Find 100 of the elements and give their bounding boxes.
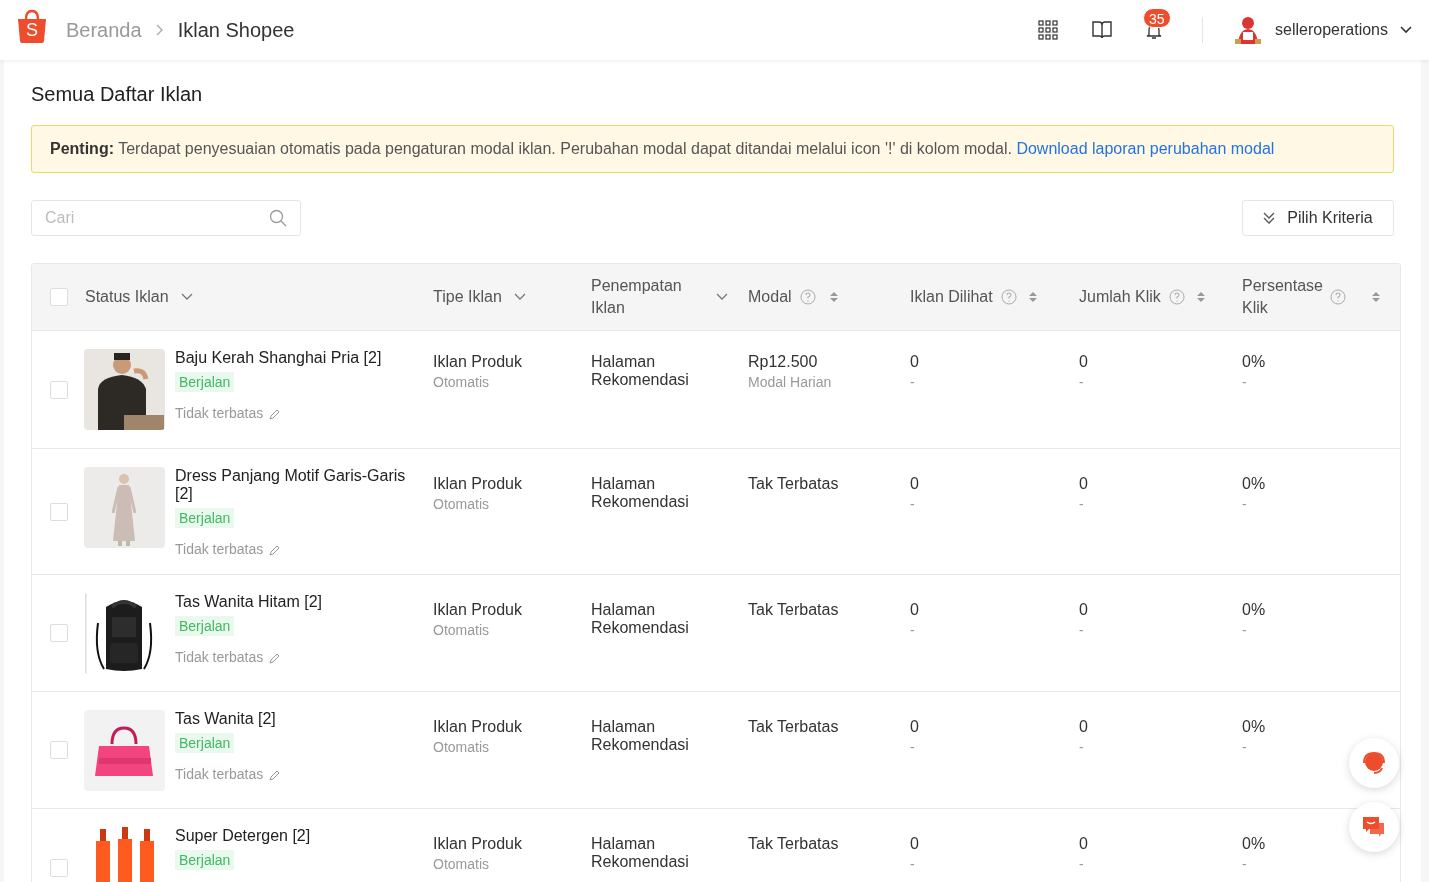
avatar-icon[interactable] [1233, 14, 1264, 46]
ctr-value: 0% [1242, 601, 1266, 619]
column-header[interactable]: Tipe Iklan [433, 286, 502, 308]
budget-text: Tidak terbatas [175, 540, 264, 559]
ad-type: Iklan Produk [433, 353, 522, 371]
ctr-value: 0% [1242, 718, 1266, 736]
ad-type-note: Otomatis [433, 496, 489, 513]
download-link[interactable]: Download laporan perubahan modal [1016, 140, 1275, 157]
product-name[interactable]: Dress Panjang Motif Garis-Garis [2] [175, 467, 425, 503]
ctr-value: 0% [1242, 835, 1266, 853]
status-tag: Berjalan [175, 616, 235, 636]
views-value: 0 [910, 718, 919, 736]
column-header[interactable]: Jumlah Klik [1079, 286, 1161, 308]
double-chevron-icon [1263, 212, 1276, 224]
views-value-note: - [910, 856, 915, 873]
headset-icon [1361, 750, 1387, 776]
ctr-value: 0% [1242, 353, 1266, 371]
placement-text: Halaman Rekomendasi [591, 718, 690, 754]
ad-type: Iklan Produk [433, 835, 522, 853]
ctr-value-note: - [1242, 496, 1247, 513]
clicks-value: 0 [1079, 601, 1088, 619]
column-header[interactable]: Iklan Dilihat [910, 286, 993, 308]
filter-button[interactable]: Pilih Kriteria [1242, 200, 1394, 236]
clicks-value-note: - [1079, 739, 1084, 756]
budget-text: Tidak terbatas [175, 404, 264, 423]
checkbox[interactable] [50, 502, 68, 521]
budget-value: Tak Terbatas [748, 601, 839, 619]
views-value: 0 [910, 835, 919, 853]
clicks-value: 0 [1079, 475, 1088, 493]
budget-value: Tak Terbatas [748, 475, 839, 493]
views-value: 0 [910, 353, 919, 371]
status-tag: Berjalan [175, 733, 235, 753]
breadcrumb-current: Iklan Shopee [177, 18, 295, 43]
book-icon[interactable] [1092, 21, 1113, 39]
ad-type: Iklan Produk [433, 718, 522, 736]
budget-text: Tidak terbatas [175, 765, 264, 784]
sort-icon[interactable] [1372, 291, 1380, 303]
ad-type-note: Otomatis [433, 374, 489, 391]
placement-text: Halaman Rekomendasi [591, 835, 690, 871]
ctr-value-note: - [1242, 374, 1247, 391]
help-icon[interactable] [799, 289, 816, 305]
placement-text: Halaman Rekomendasi [591, 601, 690, 637]
column-header[interactable]: Modal [748, 286, 792, 308]
checkbox[interactable] [50, 380, 68, 399]
username[interactable]: selleroperations [1275, 18, 1388, 42]
status-tag: Berjalan [175, 508, 235, 528]
clicks-value-note: - [1079, 856, 1084, 873]
apps-grid-icon[interactable] [1038, 20, 1059, 40]
chat-icon [1362, 816, 1386, 838]
clicks-value: 0 [1079, 835, 1088, 853]
checkbox[interactable] [50, 741, 68, 759]
views-value-note: - [910, 374, 915, 391]
budget-value: Tak Terbatas [748, 718, 839, 736]
checkbox[interactable] [50, 624, 68, 642]
status-tag: Berjalan [175, 850, 235, 870]
product-name[interactable]: Tas Wanita [2] [175, 710, 276, 728]
notice-message: Penting: Terdapat penyesuaian otomatis pada pengaturan modal iklan. Perubahan modal dapat ditandai melalui icon '!' di kolom modal. Download laporan perubahan modal [50, 139, 1275, 159]
help-icon[interactable] [1330, 289, 1346, 305]
sort-icon[interactable] [829, 291, 838, 303]
clicks-value: 0 [1079, 353, 1088, 371]
product-name[interactable]: Baju Kerah Shanghai Pria [2] [175, 349, 382, 367]
pencil-icon[interactable] [269, 651, 282, 664]
views-value-note: - [910, 496, 915, 513]
ad-type-note: Otomatis [433, 622, 489, 639]
views-value-note: - [910, 622, 915, 639]
placement-text: Halaman Rekomendasi [591, 353, 690, 389]
views-value: 0 [910, 601, 919, 619]
clicks-value-note: - [1079, 496, 1084, 513]
ad-type: Iklan Produk [433, 601, 522, 619]
budget-value: Tak Terbatas [748, 835, 839, 853]
page-title: Semua Daftar Iklan [31, 82, 204, 106]
checkbox[interactable] [50, 858, 68, 877]
pencil-icon[interactable] [269, 768, 282, 781]
column-header[interactable]: Persentase Klik [1242, 275, 1322, 319]
clicks-value-note: - [1079, 374, 1084, 391]
pencil-icon[interactable] [269, 543, 282, 556]
column-header[interactable]: Penempatan Iklan [591, 275, 691, 319]
product-name[interactable]: Super Detergen [2] [175, 827, 311, 845]
ad-type-note: Otomatis [433, 856, 489, 873]
sort-icon[interactable] [1028, 291, 1037, 303]
search-field[interactable]: Cari [31, 200, 301, 236]
ctr-value-note: - [1242, 856, 1247, 873]
product-name[interactable]: Tas Wanita Hitam [2] [175, 593, 322, 611]
budget-value-note: Modal Harian [748, 374, 832, 391]
column-header[interactable]: Status Iklan [85, 286, 169, 308]
search-icon[interactable] [269, 209, 287, 227]
help-icon[interactable] [1168, 289, 1185, 305]
budget-text: Tidak terbatas [175, 648, 264, 667]
ad-type-note: Otomatis [433, 739, 489, 756]
ad-type: Iklan Produk [433, 475, 522, 493]
clicks-value: 0 [1079, 718, 1088, 736]
help-icon[interactable] [1000, 289, 1017, 305]
checkbox[interactable] [50, 288, 68, 306]
sort-icon[interactable] [1196, 291, 1205, 303]
ctr-value: 0% [1242, 475, 1266, 493]
ctr-value-note: - [1242, 739, 1247, 756]
chevron-down-icon[interactable] [1400, 26, 1412, 34]
status-tag: Berjalan [175, 372, 235, 392]
pencil-icon[interactable] [269, 407, 282, 420]
views-value-note: - [910, 739, 915, 756]
